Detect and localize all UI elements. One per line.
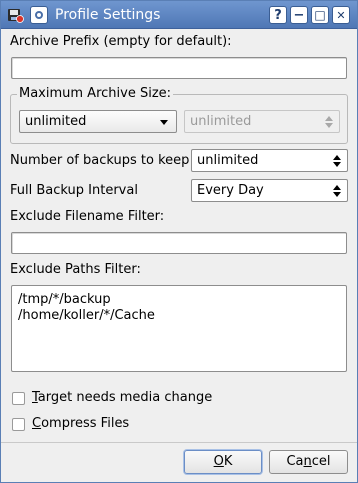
app-icon bbox=[8, 9, 24, 23]
max-archive-size-spin-value: unlimited bbox=[190, 114, 252, 129]
max-archive-size-combo-value: unlimited bbox=[25, 114, 87, 129]
target-media-change-text: arget needs media change bbox=[37, 390, 213, 405]
chevron-down-icon bbox=[160, 120, 168, 125]
spin-up-icon[interactable] bbox=[333, 155, 341, 160]
compress-files-text: ompress Files bbox=[41, 416, 130, 431]
archive-prefix-label: Archive Prefix (empty for default): bbox=[10, 34, 232, 49]
exclude-paths-textarea[interactable]: /tmp/*/backup /home/koller/*/Cache bbox=[11, 285, 347, 372]
spin-up-icon[interactable] bbox=[333, 185, 341, 190]
full-backup-interval-value: Every Day bbox=[197, 183, 264, 198]
exclude-path-line: /tmp/*/backup bbox=[18, 292, 111, 307]
target-media-change-checkbox[interactable] bbox=[12, 392, 25, 405]
max-archive-size-label: Maximum Archive Size: bbox=[17, 86, 174, 101]
window-menu-icon bbox=[35, 11, 43, 19]
close-button[interactable]: ✕ bbox=[332, 6, 350, 24]
num-backups-label: Number of backups to keep bbox=[10, 153, 190, 168]
ok-text: K bbox=[223, 454, 233, 469]
archive-prefix-input[interactable] bbox=[11, 57, 347, 79]
compress-files-label[interactable]: Compress Files bbox=[32, 416, 129, 431]
title-bar[interactable]: Profile Settings ? − □ ✕ bbox=[1, 1, 357, 29]
exclude-filename-input[interactable] bbox=[11, 232, 347, 254]
spin-down-icon bbox=[325, 123, 333, 128]
mnemonic-c: C bbox=[32, 416, 42, 431]
minimize-button[interactable]: − bbox=[290, 6, 308, 24]
mnemonic-o: O bbox=[213, 454, 224, 469]
profile-settings-dialog: Profile Settings ? − □ ✕ Archive Prefix … bbox=[0, 0, 358, 483]
exclude-filename-label: Exclude Filename Filter: bbox=[10, 209, 165, 224]
num-backups-value: unlimited bbox=[197, 153, 259, 168]
cancel-text-pre: Ca bbox=[286, 454, 304, 469]
maximize-button[interactable]: □ bbox=[311, 6, 329, 24]
num-backups-spinbox[interactable]: unlimited bbox=[191, 149, 348, 172]
window-menu-button[interactable] bbox=[30, 6, 48, 24]
exclude-path-line: /home/koller/*/Cache bbox=[18, 308, 155, 323]
spin-down-icon[interactable] bbox=[333, 192, 341, 197]
compress-files-checkbox[interactable] bbox=[12, 418, 25, 431]
cancel-button[interactable]: Cancel bbox=[269, 450, 348, 474]
help-button[interactable]: ? bbox=[269, 6, 287, 24]
spin-down-icon[interactable] bbox=[333, 162, 341, 167]
max-archive-size-spinbox: unlimited bbox=[184, 110, 340, 133]
full-backup-interval-spinbox[interactable]: Every Day bbox=[191, 179, 348, 202]
cancel-text-rest: cel bbox=[311, 454, 331, 469]
full-backup-interval-label: Full Backup Interval bbox=[10, 183, 138, 198]
button-separator bbox=[1, 442, 357, 443]
exclude-paths-label: Exclude Paths Filter: bbox=[10, 262, 141, 277]
max-archive-size-combo[interactable]: unlimited bbox=[19, 110, 177, 133]
window-title: Profile Settings bbox=[55, 7, 161, 23]
spin-up-icon bbox=[325, 116, 333, 121]
mnemonic-n: n bbox=[303, 454, 312, 469]
target-media-change-label[interactable]: Target needs media change bbox=[32, 390, 212, 405]
ok-button[interactable]: OK bbox=[184, 450, 262, 474]
